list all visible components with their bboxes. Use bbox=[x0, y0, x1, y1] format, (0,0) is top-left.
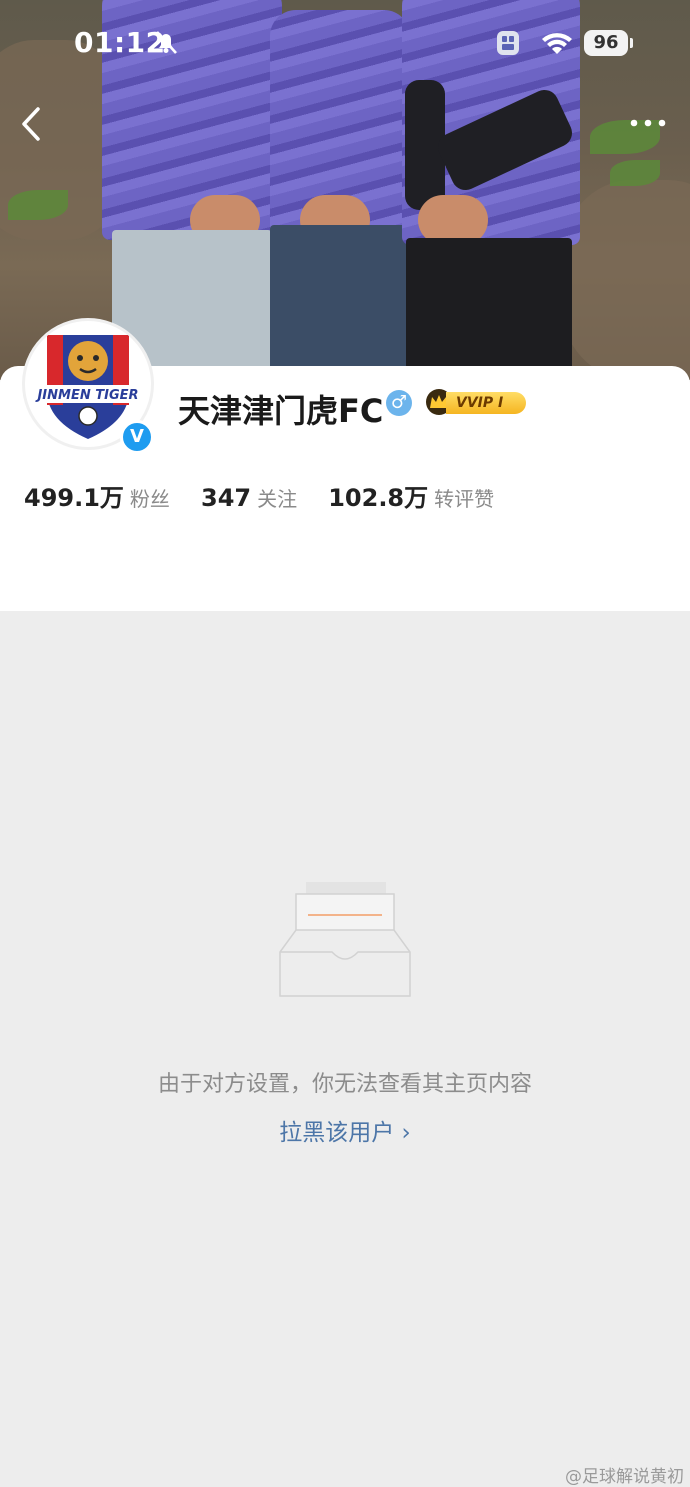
stat-value: 499.1万 bbox=[24, 484, 124, 512]
watermark: @足球解说黄初 bbox=[565, 1467, 684, 1487]
profile-stats: 499.1万 粉丝 347 关注 102.8万 转评赞 bbox=[24, 478, 520, 513]
wifi-icon bbox=[542, 33, 572, 54]
stat-following[interactable]: 347 关注 bbox=[201, 483, 297, 512]
stat-label: 关注 bbox=[257, 487, 298, 511]
cover-leaf bbox=[8, 190, 68, 220]
gender-male-icon: ♂ bbox=[386, 390, 412, 416]
profile-name: 天津津门虎FC bbox=[178, 392, 384, 430]
vip-label: VVIP Ⅰ bbox=[446, 392, 526, 414]
stat-followers[interactable]: 499.1万 粉丝 bbox=[24, 478, 170, 513]
stat-label: 转评赞 bbox=[434, 487, 495, 511]
more-options-icon[interactable] bbox=[628, 116, 668, 130]
crest-text: JINMEN TIGER bbox=[34, 388, 138, 403]
stat-interactions[interactable]: 102.8万 转评赞 bbox=[328, 478, 494, 513]
battery-tip bbox=[630, 38, 633, 48]
verified-badge: V bbox=[120, 420, 154, 454]
stat-value: 102.8万 bbox=[328, 484, 429, 512]
bell-mute-icon bbox=[156, 31, 177, 54]
stat-value: 347 bbox=[201, 484, 252, 512]
empty-state-message: 由于对方设置，你无法查看其主页内容 bbox=[157, 1072, 532, 1097]
live-activity-icon bbox=[497, 31, 519, 55]
cover-leaf bbox=[610, 160, 660, 186]
block-user-link[interactable]: 拉黑该用户 › bbox=[0, 1113, 690, 1147]
back-arrow-icon[interactable] bbox=[18, 104, 48, 144]
battery-level: 96 bbox=[584, 30, 628, 56]
stat-label: 粉丝 bbox=[129, 487, 170, 511]
status-bar: 01:12 96 bbox=[0, 0, 690, 86]
empty-inbox-icon bbox=[279, 882, 411, 997]
